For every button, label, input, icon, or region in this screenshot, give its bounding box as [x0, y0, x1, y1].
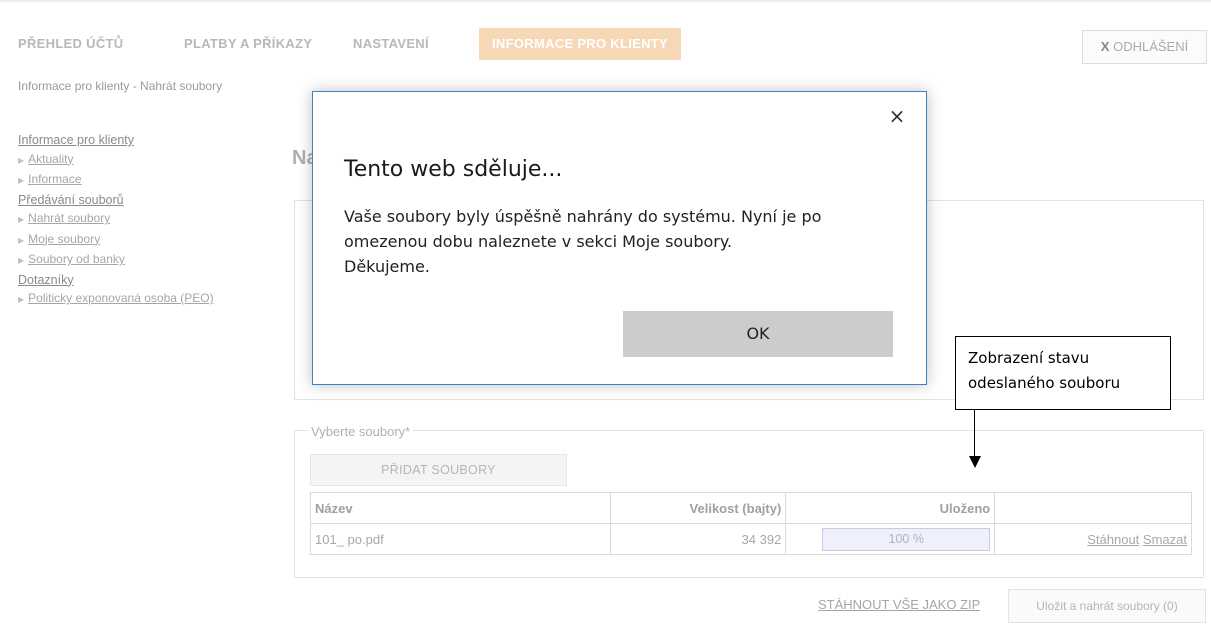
- alert-dialog: × Tento web sděluje... Vaše soubory byly…: [312, 91, 927, 385]
- caret-right-icon: ▶: [18, 256, 25, 265]
- close-icon[interactable]: ×: [883, 102, 911, 130]
- nav-tab-settings[interactable]: NASTAVENÍ: [353, 36, 429, 51]
- dialog-message-line: Děkujeme.: [344, 257, 430, 276]
- dialog-title: Tento web sděluje...: [344, 157, 563, 182]
- sidebar-item-information[interactable]: ▶ Informace: [18, 170, 278, 191]
- sidebar: Informace pro klienty ▶ Aktuality ▶ Inform…: [18, 131, 278, 310]
- file-name: 101_ po.pdf: [310, 523, 611, 555]
- nav-tab-accounts-overview[interactable]: PŘEHLED ÚČTŮ: [18, 36, 123, 51]
- sidebar-item-upload-files[interactable]: ▶ Nahrát soubory: [18, 209, 278, 230]
- files-table: Název Velikost (bajty) Uloženo 101_ po.p…: [310, 492, 1192, 555]
- annotation-callout: Zobrazení stavu odeslaného souboru: [955, 336, 1171, 410]
- logout-x-icon: X: [1100, 39, 1110, 54]
- dialog-message-line: omezenou dobu naleznete v sekci Moje sou…: [344, 232, 733, 251]
- files-legend: Vyberte soubory*: [308, 424, 414, 439]
- sidebar-item-my-files[interactable]: ▶ Moje soubory: [18, 230, 278, 251]
- top-navigation: PŘEHLED ÚČTŮ PLATBY A PŘÍKAZY NASTAVENÍ …: [0, 0, 1211, 64]
- header-saved: Uloženo: [785, 492, 996, 524]
- logout-button[interactable]: X ODHLÁŠENÍ: [1082, 30, 1207, 64]
- caret-right-icon: ▶: [18, 295, 25, 304]
- annotation-arrow-line: [974, 410, 975, 458]
- file-size: 34 392: [609, 523, 787, 555]
- caret-right-icon: ▶: [18, 176, 25, 185]
- table-row: 101_ po.pdf 34 392 100 % Stáhnout Smazat: [310, 523, 1192, 555]
- add-files-button[interactable]: PŘIDAT SOUBORY: [310, 454, 567, 486]
- header-actions: [994, 492, 1192, 524]
- callout-line: Zobrazení stavu: [968, 349, 1090, 367]
- sidebar-item-news[interactable]: ▶ Aktuality: [18, 150, 278, 171]
- dialog-message-line: Vaše soubory byly úspěšně nahrány do sys…: [344, 207, 822, 226]
- caret-right-icon: ▶: [18, 155, 25, 165]
- sidebar-section-file-transfer[interactable]: Předávání souborů: [18, 191, 278, 210]
- file-saved-cell: 100 %: [785, 523, 996, 555]
- callout-line: odeslaného souboru: [968, 374, 1121, 392]
- table-header-row: Název Velikost (bajty) Uloženo: [310, 492, 1192, 524]
- header-name: Název: [310, 492, 611, 524]
- download-zip-link[interactable]: STÁHNOUT VŠE JAKO ZIP: [818, 597, 980, 612]
- sidebar-item-peo[interactable]: ▶ Politicky exponovaná osoba (PEO): [18, 289, 278, 310]
- upload-progress: 100 %: [822, 527, 991, 551]
- breadcrumb: Informace pro klienty - Nahrát soubory: [18, 79, 223, 93]
- sidebar-section-client-info[interactable]: Informace pro klienty: [18, 131, 278, 150]
- caret-right-icon: ▶: [18, 215, 25, 224]
- dialog-message: Vaše soubory byly úspěšně nahrány do sys…: [344, 204, 904, 279]
- nav-tab-payments[interactable]: PLATBY A PŘÍKAZY: [184, 36, 312, 51]
- nav-tab-client-info[interactable]: INFORMACE PRO KLIENTY: [479, 28, 682, 60]
- caret-right-icon: ▶: [18, 235, 25, 245]
- sidebar-section-questionnaires[interactable]: Dotazníky: [18, 271, 278, 290]
- logout-label: ODHLÁŠENÍ: [1113, 39, 1189, 54]
- header-size: Velikost (bajty): [609, 492, 787, 524]
- file-actions: Stáhnout Smazat: [994, 523, 1192, 555]
- download-link[interactable]: Stáhnout: [1087, 532, 1139, 547]
- arrow-down-icon: [969, 456, 981, 468]
- delete-link[interactable]: Smazat: [1143, 532, 1187, 547]
- save-upload-button[interactable]: Uložit a nahrát soubory (0): [1008, 589, 1206, 623]
- ok-button[interactable]: OK: [623, 311, 893, 357]
- sidebar-item-bank-files[interactable]: ▶ Soubory od banky: [18, 250, 278, 271]
